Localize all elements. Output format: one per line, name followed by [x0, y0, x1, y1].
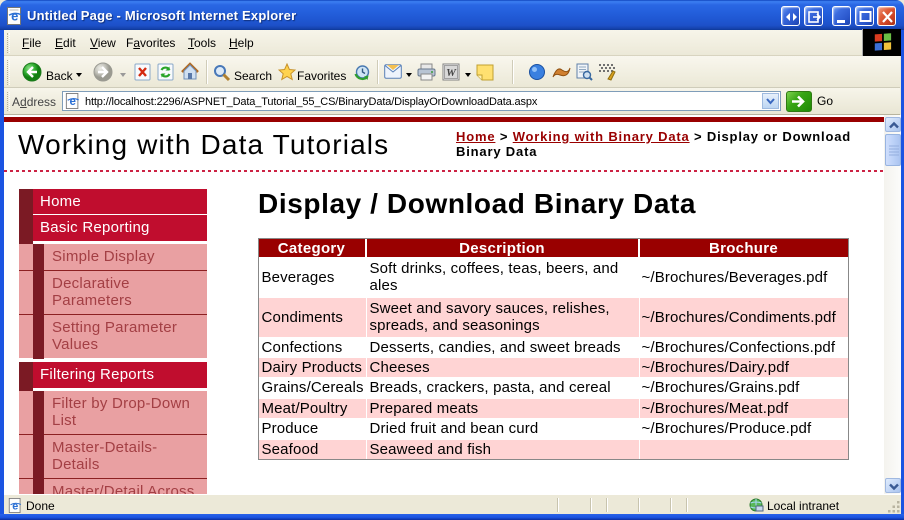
- svg-text:e: e: [12, 500, 18, 512]
- svg-text:e: e: [70, 96, 77, 108]
- svg-text:e: e: [11, 9, 18, 24]
- svg-text:W: W: [446, 67, 457, 79]
